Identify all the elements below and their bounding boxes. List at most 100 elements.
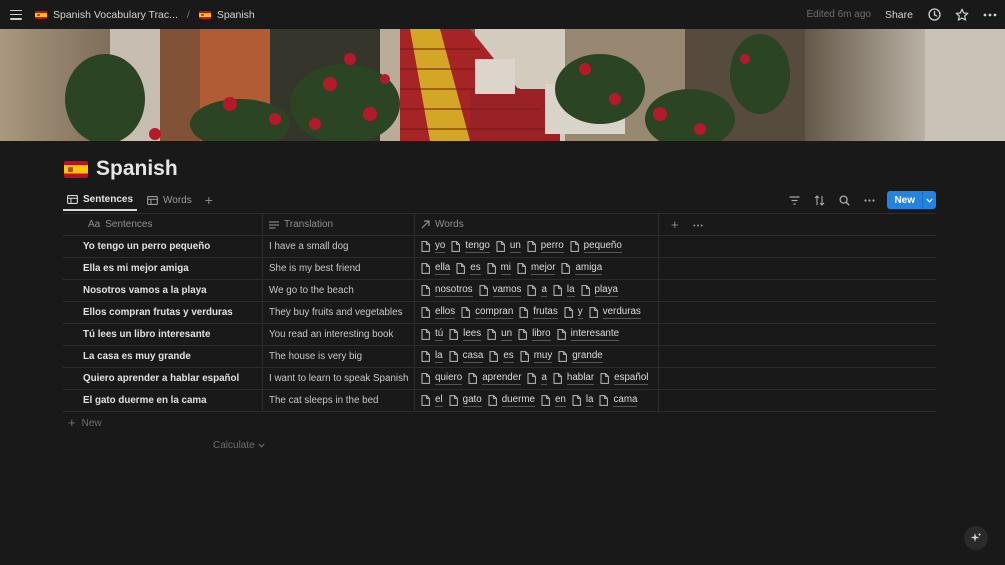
word-relation-chip[interactable]: pequeño xyxy=(570,240,622,253)
word-relation-chip[interactable]: mejor xyxy=(517,262,556,275)
translation-cell[interactable]: I have a small dog xyxy=(263,236,415,257)
translation-cell[interactable]: She is my best friend xyxy=(263,258,415,279)
sentence-cell[interactable]: Tú lees un libro interesante xyxy=(63,324,263,345)
word-relation-chip[interactable]: muy xyxy=(520,350,553,363)
word-relation-chip[interactable]: hablar xyxy=(553,372,595,385)
tab-sentences[interactable]: Sentences xyxy=(63,190,138,211)
new-button-label[interactable]: New xyxy=(887,191,922,209)
table-row[interactable]: Ellos compran frutas y verduras They buy … xyxy=(63,302,936,324)
word-relation-chip[interactable]: nosotros xyxy=(421,284,473,297)
calculate-dropdown[interactable]: Calculate xyxy=(213,440,265,451)
word-relation-chip[interactable]: el xyxy=(421,394,443,407)
breadcrumb-item-current[interactable]: Spanish xyxy=(217,9,255,21)
word-relation-chip[interactable]: lees xyxy=(449,328,482,341)
sort-icon[interactable] xyxy=(812,193,826,207)
more-options-icon[interactable] xyxy=(692,219,708,230)
add-new-row-button[interactable]: + New xyxy=(63,412,936,434)
word-relation-chip[interactable]: grande xyxy=(558,350,603,363)
translation-cell[interactable]: They buy fruits and vegetables xyxy=(263,302,415,323)
word-relation-chip[interactable]: perro xyxy=(527,240,564,253)
add-property-icon[interactable]: + xyxy=(671,217,679,232)
word-relation-chip[interactable]: español xyxy=(600,372,649,385)
translation-cell[interactable]: You read an interesting book xyxy=(263,324,415,345)
page-title[interactable]: Spanish xyxy=(96,157,178,181)
word-relation-chip[interactable]: libro xyxy=(518,328,551,341)
words-cell[interactable]: la casa es muy grande xyxy=(415,346,659,367)
words-cell[interactable]: yo tengo un perro pequeño xyxy=(415,236,659,257)
word-relation-chip[interactable]: la xyxy=(572,394,594,407)
word-relation-chip[interactable]: a xyxy=(527,284,547,297)
word-relation-chip[interactable]: frutas xyxy=(519,306,558,319)
words-cell[interactable]: nosotros vamos a la playa xyxy=(415,280,659,301)
sentence-cell[interactable]: Nosotros vamos a la playa xyxy=(63,280,263,301)
sentence-cell[interactable]: La casa es muy grande xyxy=(63,346,263,367)
word-relation-chip[interactable]: interesante xyxy=(557,328,620,341)
word-relation-chip[interactable]: ella xyxy=(421,262,451,275)
filter-icon[interactable] xyxy=(787,193,801,207)
more-options-icon[interactable] xyxy=(862,193,876,207)
word-relation-chip[interactable]: playa xyxy=(581,284,618,297)
more-options-icon[interactable] xyxy=(983,8,997,22)
column-header-translation[interactable]: Translation xyxy=(263,214,415,235)
word-relation-chip[interactable]: tengo xyxy=(451,240,490,253)
word-relation-chip[interactable]: a xyxy=(527,372,547,385)
word-relation-chip[interactable]: duerme xyxy=(488,394,535,407)
word-relation-chip[interactable]: gato xyxy=(449,394,482,407)
sentence-cell[interactable]: Ella es mi mejor amiga xyxy=(63,258,263,279)
table-row[interactable]: La casa es muy grande The house is very b… xyxy=(63,346,936,368)
words-cell[interactable]: ella es mi mejor amiga xyxy=(415,258,659,279)
word-relation-chip[interactable]: tú xyxy=(421,328,444,341)
search-icon[interactable] xyxy=(837,193,851,207)
add-view-button[interactable]: + xyxy=(202,190,216,211)
word-relation-chip[interactable]: yo xyxy=(421,240,446,253)
translation-cell[interactable]: We go to the beach xyxy=(263,280,415,301)
table-row[interactable]: Quiero aprender a hablar español I want t… xyxy=(63,368,936,390)
sentence-cell[interactable]: Yo tengo un perro pequeño xyxy=(63,236,263,257)
column-header-words[interactable]: Words xyxy=(415,214,659,235)
translation-cell[interactable]: The house is very big xyxy=(263,346,415,367)
table-row[interactable]: Nosotros vamos a la playa We go to the be… xyxy=(63,280,936,302)
table-row[interactable]: El gato duerme en la cama The cat sleeps … xyxy=(63,390,936,412)
word-relation-chip[interactable]: aprender xyxy=(468,372,522,385)
sentence-cell[interactable]: Ellos compran frutas y verduras xyxy=(63,302,263,323)
word-relation-chip[interactable]: y xyxy=(564,306,583,319)
words-cell[interactable]: quiero aprender a hablar español xyxy=(415,368,659,389)
word-relation-chip[interactable]: quiero xyxy=(421,372,463,385)
sentence-cell[interactable]: Quiero aprender a hablar español xyxy=(63,368,263,389)
column-header-sentences[interactable]: Aa Sentences xyxy=(63,214,263,235)
table-row[interactable]: Yo tengo un perro pequeño I have a small … xyxy=(63,236,936,258)
word-relation-chip[interactable]: un xyxy=(496,240,521,253)
word-relation-chip[interactable]: es xyxy=(456,262,481,275)
translation-cell[interactable]: I want to learn to speak Spanish xyxy=(263,368,415,389)
word-relation-chip[interactable]: vamos xyxy=(479,284,522,297)
sentence-cell[interactable]: El gato duerme en la cama xyxy=(63,390,263,411)
word-relation-chip[interactable]: en xyxy=(541,394,566,407)
word-relation-chip[interactable]: amiga xyxy=(561,262,603,275)
word-relation-chip[interactable]: cama xyxy=(599,394,638,407)
word-relation-chip[interactable]: ellos xyxy=(421,306,456,319)
table-row[interactable]: Ella es mi mejor amiga She is my best fri… xyxy=(63,258,936,280)
breadcrumb-item-parent[interactable]: Spanish Vocabulary Trac... xyxy=(53,9,178,21)
spain-flag-icon[interactable] xyxy=(64,160,88,178)
clock-history-icon[interactable] xyxy=(927,8,941,22)
word-relation-chip[interactable]: mi xyxy=(487,262,511,275)
table-row[interactable]: Tú lees un libro interesante You read an … xyxy=(63,324,936,346)
sidebar-menu-icon[interactable] xyxy=(10,9,22,20)
word-relation-chip[interactable]: la xyxy=(553,284,575,297)
word-relation-chip[interactable]: casa xyxy=(449,350,484,363)
word-relation-chip[interactable]: la xyxy=(421,350,443,363)
words-cell[interactable]: el gato duerme en la cama xyxy=(415,390,659,411)
new-record-button[interactable]: New xyxy=(887,191,936,209)
tab-words[interactable]: Words xyxy=(143,190,196,211)
translation-cell[interactable]: The cat sleeps in the bed xyxy=(263,390,415,411)
chevron-down-icon[interactable] xyxy=(922,191,936,209)
star-favorite-icon[interactable] xyxy=(955,8,969,22)
word-relation-chip[interactable]: compran xyxy=(461,306,514,319)
words-cell[interactable]: ellos compran frutas y verduras xyxy=(415,302,659,323)
word-relation-chip[interactable]: verduras xyxy=(589,306,641,319)
ai-assistant-button[interactable] xyxy=(964,526,988,550)
word-relation-chip[interactable]: un xyxy=(487,328,513,341)
words-cell[interactable]: tú lees un libro interesante xyxy=(415,324,659,345)
share-button[interactable]: Share xyxy=(885,9,913,21)
word-relation-chip[interactable]: es xyxy=(489,350,514,363)
